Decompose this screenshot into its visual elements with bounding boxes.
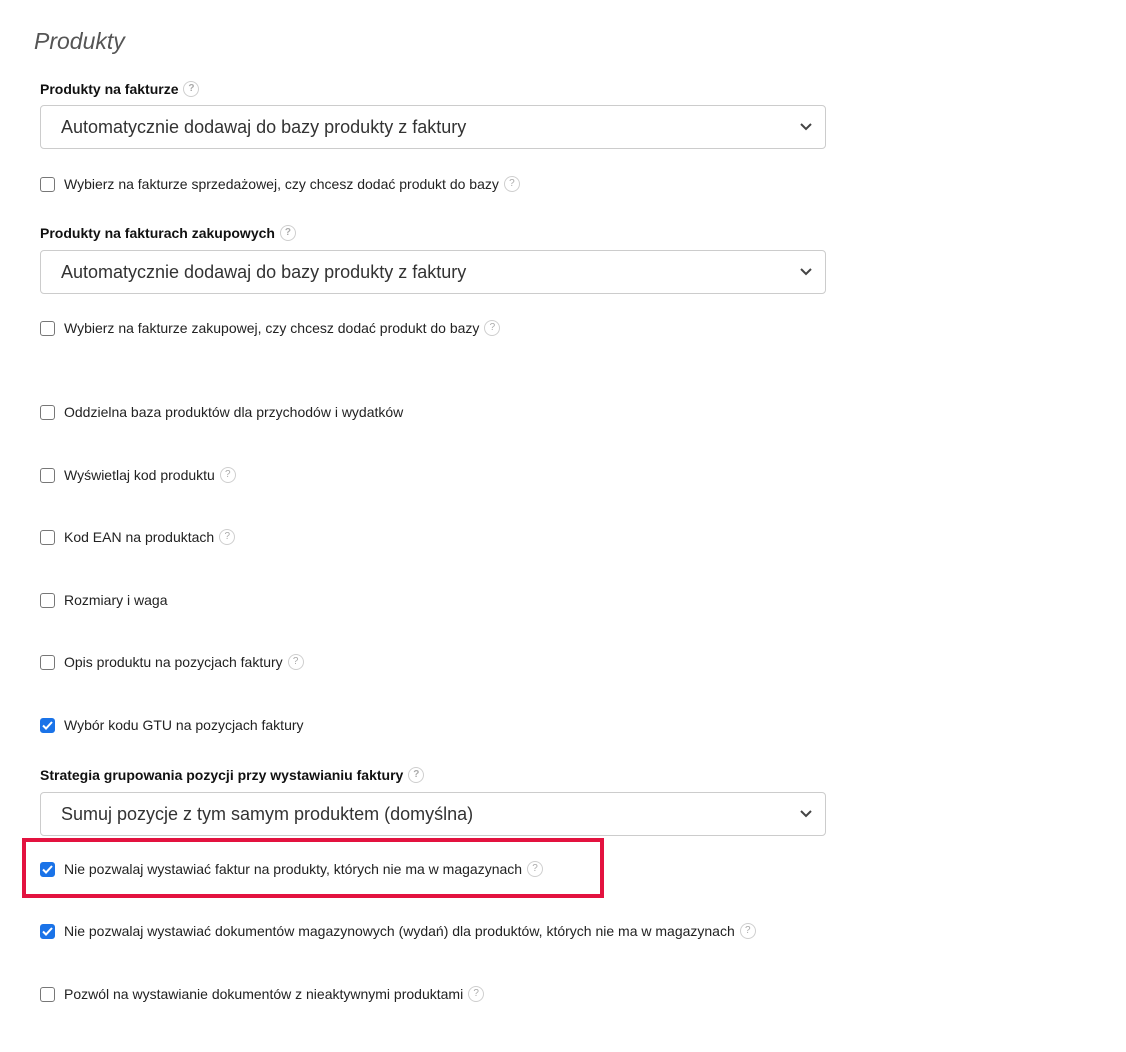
gtu-label: Wybór kodu GTU na pozycjach faktury xyxy=(64,717,304,733)
show-code-row[interactable]: Wyświetlaj kod produktu ? xyxy=(40,467,236,483)
inactive-products-label: Pozwól na wystawianie dokumentów z nieak… xyxy=(64,986,464,1002)
chevron-down-icon xyxy=(799,265,813,279)
chevron-down-icon xyxy=(799,120,813,134)
help-icon[interactable]: ? xyxy=(484,320,501,336)
no-warehouse-docs-checkbox[interactable] xyxy=(40,923,55,939)
sales-choice-row[interactable]: Wybierz na fakturze sprzedażowej, czy ch… xyxy=(40,176,520,192)
description-label: Opis produktu na pozycjach faktury xyxy=(64,654,283,670)
help-icon[interactable]: ? xyxy=(739,923,756,939)
grouping-select[interactable]: Sumuj pozycje z tym samym produktem (dom… xyxy=(40,792,826,836)
help-icon[interactable]: ? xyxy=(468,986,485,1002)
sales-products-select-value: Automatycznie dodawaj do bazy produkty z… xyxy=(61,116,467,137)
help-icon[interactable]: ? xyxy=(503,176,520,192)
grouping-label-text: Strategia grupowania pozycji przy wystaw… xyxy=(40,767,404,783)
chevron-down-icon xyxy=(799,807,813,821)
gtu-checkbox[interactable] xyxy=(40,717,55,733)
grouping-select-value: Sumuj pozycje z tym samym produktem (dom… xyxy=(61,803,474,824)
ean-label: Kod EAN na produktach xyxy=(64,529,215,545)
no-invoice-out-of-stock-row[interactable]: Nie pozwalaj wystawiać faktur na produkt… xyxy=(40,861,544,877)
help-icon[interactable]: ? xyxy=(287,654,304,670)
sales-products-label-text: Produkty na fakturze xyxy=(40,81,179,97)
purchase-choice-checkbox[interactable] xyxy=(40,320,55,336)
help-icon[interactable]: ? xyxy=(527,861,544,877)
separate-db-label: Oddzielna baza produktów dla przychodów … xyxy=(64,404,404,420)
help-icon[interactable]: ? xyxy=(219,467,236,483)
no-invoice-out-of-stock-label: Nie pozwalaj wystawiać faktur na produkt… xyxy=(64,861,523,877)
no-invoice-out-of-stock-checkbox[interactable] xyxy=(40,861,55,877)
help-icon[interactable]: ? xyxy=(408,767,425,783)
no-warehouse-docs-row[interactable]: Nie pozwalaj wystawiać dokumentów magazy… xyxy=(40,923,756,939)
purchase-products-label: Produkty na fakturach zakupowych ? xyxy=(40,225,296,241)
sales-products-label: Produkty na fakturze ? xyxy=(40,81,200,97)
ean-row[interactable]: Kod EAN na produktach ? xyxy=(40,529,236,545)
sizes-checkbox[interactable] xyxy=(40,592,55,608)
description-row[interactable]: Opis produktu na pozycjach faktury ? xyxy=(40,654,304,670)
checkmark-icon xyxy=(42,720,53,730)
purchase-products-label-text: Produkty na fakturach zakupowych xyxy=(40,225,275,241)
grouping-label: Strategia grupowania pozycji przy wystaw… xyxy=(40,767,425,783)
help-icon[interactable]: ? xyxy=(183,81,200,97)
purchase-products-select[interactable]: Automatycznie dodawaj do bazy produkty z… xyxy=(40,250,826,294)
sizes-row[interactable]: Rozmiary i waga xyxy=(40,592,167,608)
purchase-choice-label: Wybierz na fakturze zakupowej, czy chces… xyxy=(64,320,480,336)
purchase-choice-row[interactable]: Wybierz na fakturze zakupowej, czy chces… xyxy=(40,320,501,336)
ean-checkbox[interactable] xyxy=(40,529,55,545)
gtu-row[interactable]: Wybór kodu GTU na pozycjach faktury xyxy=(40,717,304,733)
checkmark-icon xyxy=(42,926,53,936)
no-warehouse-docs-label: Nie pozwalaj wystawiać dokumentów magazy… xyxy=(64,923,735,939)
inactive-products-row[interactable]: Pozwól na wystawianie dokumentów z nieak… xyxy=(40,986,485,1002)
checkmark-icon xyxy=(42,864,53,874)
purchase-products-select-value: Automatycznie dodawaj do bazy produkty z… xyxy=(61,261,467,282)
show-code-checkbox[interactable] xyxy=(40,467,55,483)
description-checkbox[interactable] xyxy=(40,654,55,670)
show-code-label: Wyświetlaj kod produktu xyxy=(64,467,215,483)
sales-choice-label: Wybierz na fakturze sprzedażowej, czy ch… xyxy=(64,176,499,192)
help-icon[interactable]: ? xyxy=(219,529,236,545)
separate-db-checkbox[interactable] xyxy=(40,404,55,420)
separate-db-row[interactable]: Oddzielna baza produktów dla przychodów … xyxy=(40,404,403,420)
inactive-products-checkbox[interactable] xyxy=(40,986,55,1002)
sales-products-select[interactable]: Automatycznie dodawaj do bazy produkty z… xyxy=(40,105,826,149)
help-icon[interactable]: ? xyxy=(279,225,296,241)
sales-choice-checkbox[interactable] xyxy=(40,176,55,192)
section-title: Produkty xyxy=(34,28,125,54)
sizes-label: Rozmiary i waga xyxy=(64,592,168,608)
